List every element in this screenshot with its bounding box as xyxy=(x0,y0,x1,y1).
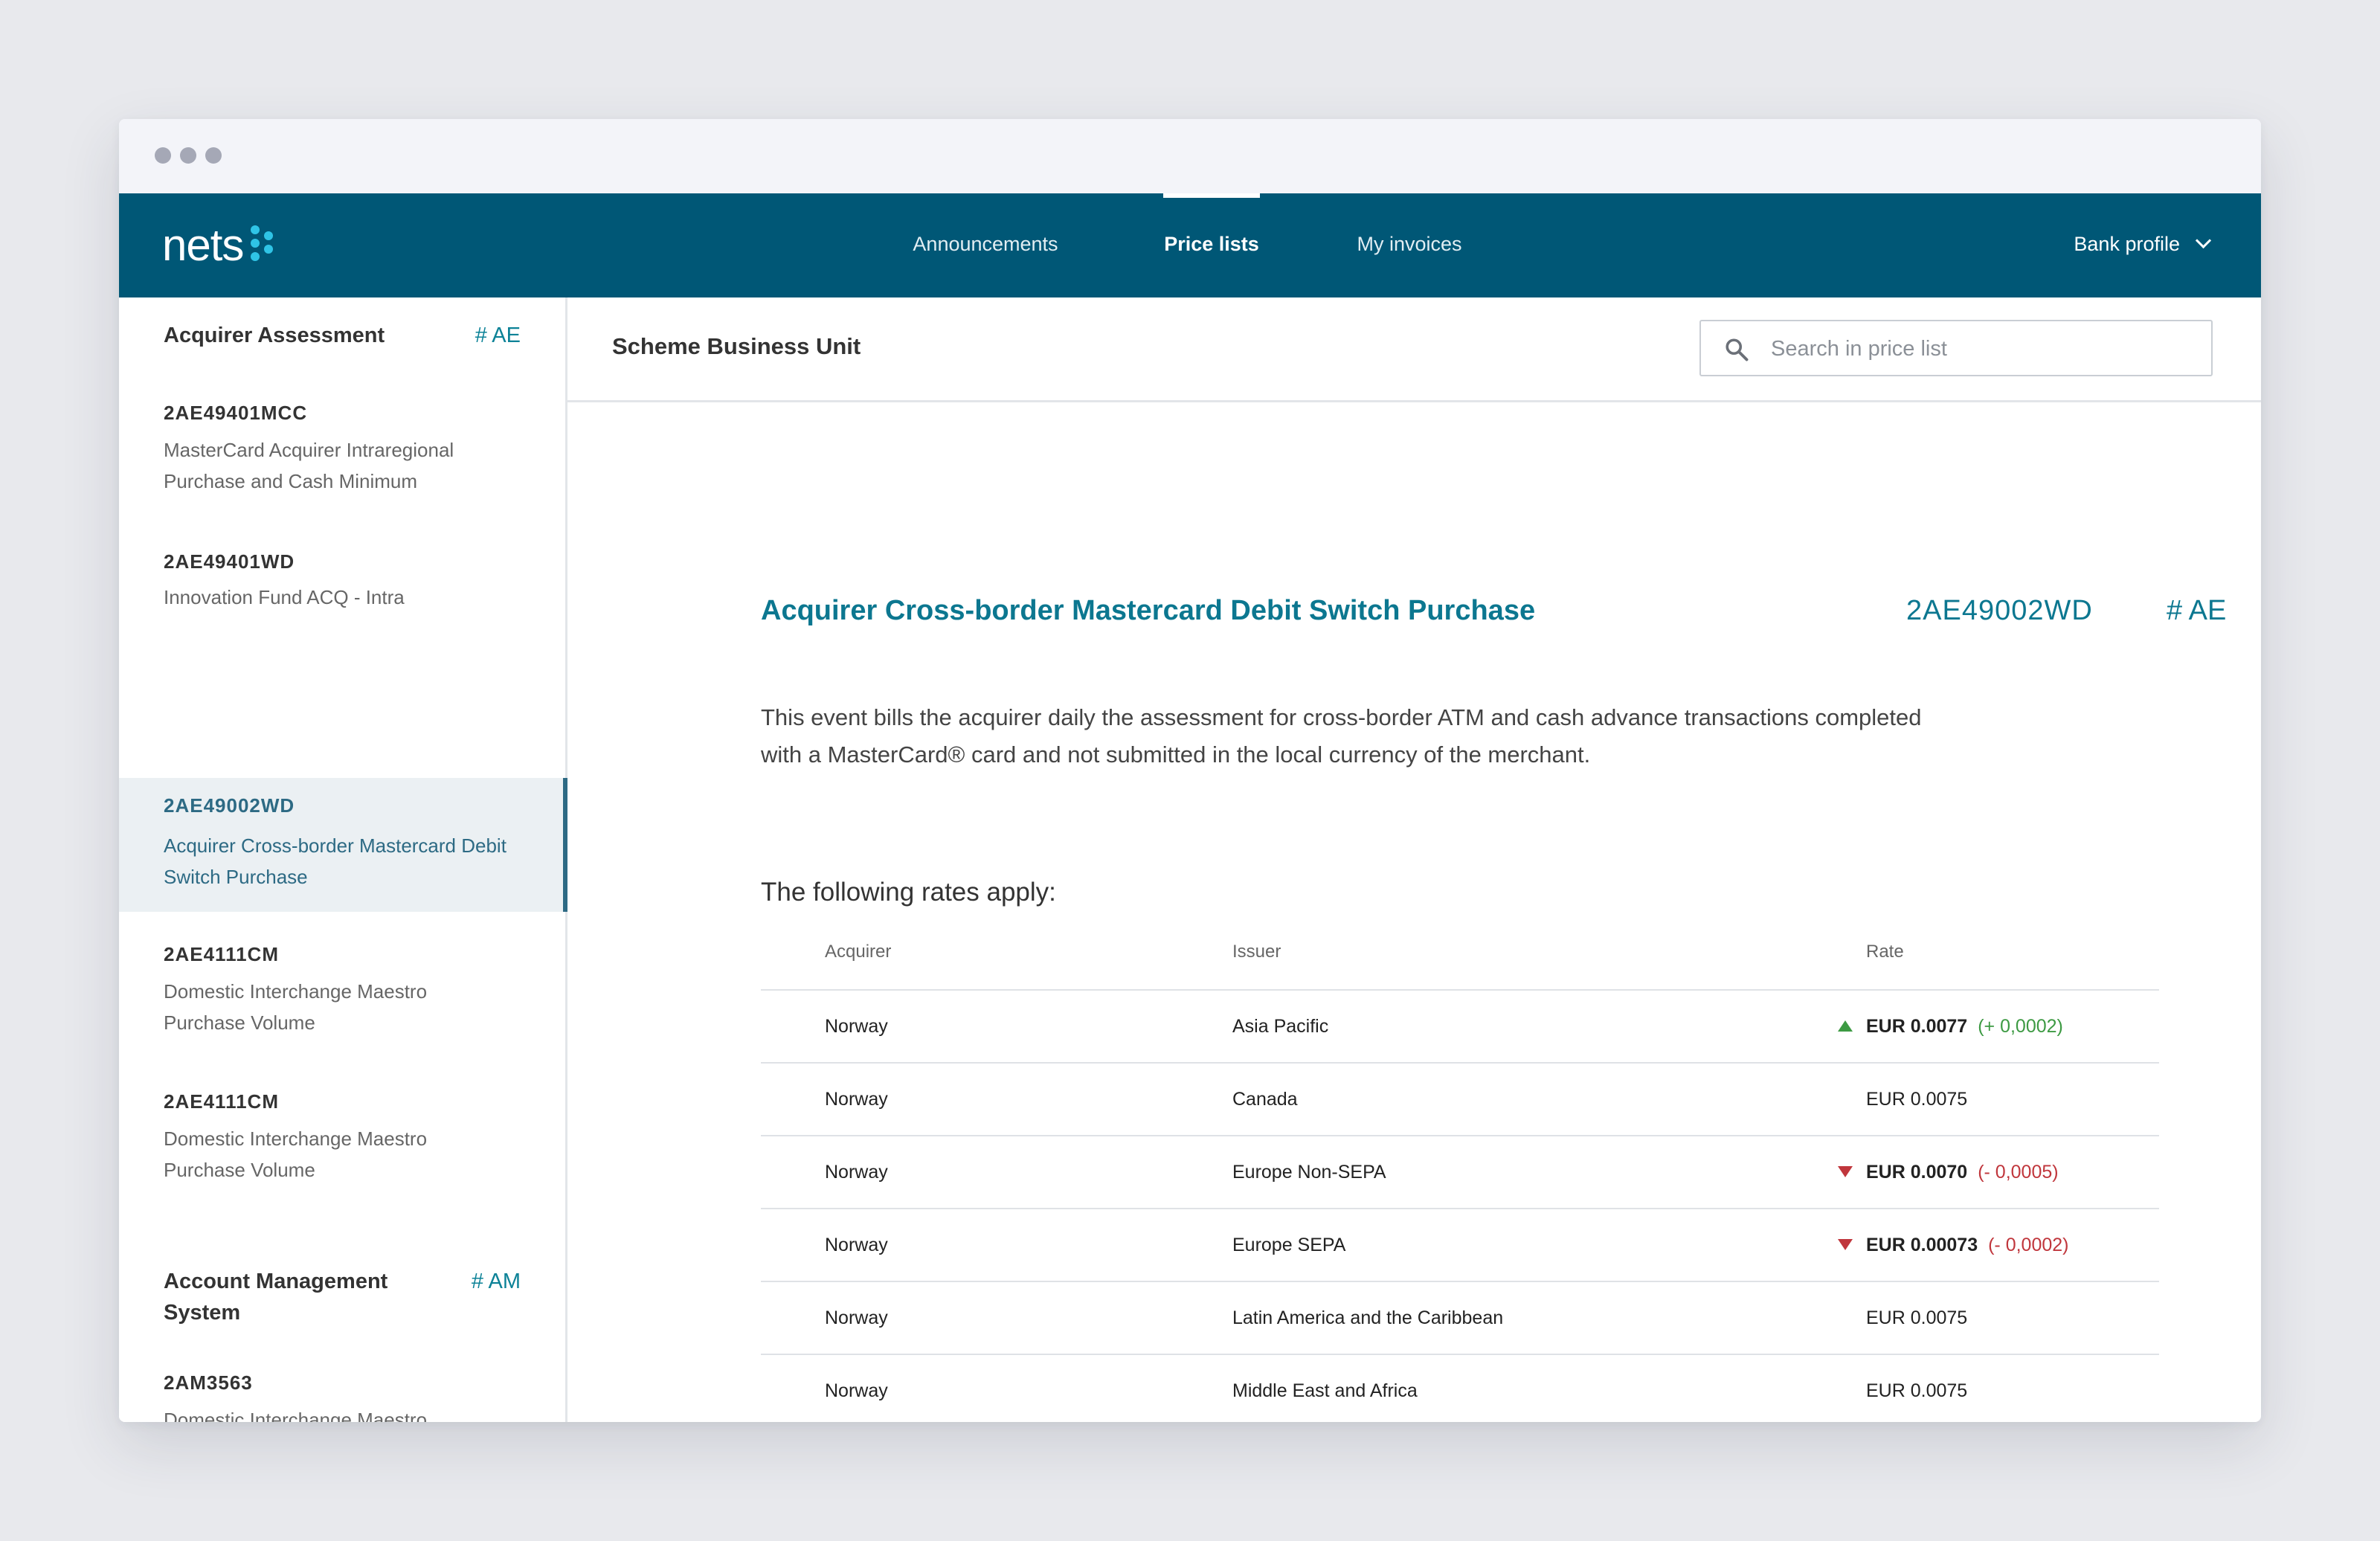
main-nav: Announcements Price lists My invoices xyxy=(119,193,2261,297)
bank-profile-label: Bank profile xyxy=(2074,233,2180,255)
group-title-acquirer-assessment: Acquirer Assessment xyxy=(164,324,385,347)
rate-change: (- 0,0005) xyxy=(1978,1162,2059,1183)
sidebar-item-2ae49401wd[interactable]: 2AE49401WD Innovation Fund ACQ - Intra xyxy=(119,550,565,632)
rate-value: EUR 0.0070 xyxy=(1866,1162,1968,1183)
triangle-up-icon xyxy=(1838,1020,1853,1032)
table-row[interactable]: Norway Asia Pacific EUR 0.0077 (+ 0,0002) xyxy=(761,991,2159,1064)
window-titlebar xyxy=(119,119,2261,193)
sidebar-item-description: Domestic Interchange Maestro Purchase Vo… xyxy=(164,1409,428,1422)
main-content: Scheme Business Unit Acquirer Cross-bord… xyxy=(567,297,2261,1422)
price-list-sidebar: Acquirer Assessment # AE 2AE49401MCC Mas… xyxy=(119,297,567,1422)
sidebar-item-description: Domestic Interchange Maestro Purchase Vo… xyxy=(164,980,428,1034)
rate-value: EUR 0.00073 xyxy=(1866,1235,1978,1255)
window-control-dot[interactable] xyxy=(205,147,222,164)
page-title: Scheme Business Unit xyxy=(612,333,861,359)
column-header-issuer[interactable]: Issuer xyxy=(1232,939,1281,965)
search-box xyxy=(1699,320,2213,376)
table-header: Acquirer Issuer Rate xyxy=(761,939,2159,991)
triangle-down-icon xyxy=(1838,1166,1853,1177)
detail-code: 2AE49002WD xyxy=(1906,595,2093,626)
triangle-down-icon xyxy=(1838,1239,1853,1250)
cell-acquirer: Norway xyxy=(825,1089,888,1110)
column-header-rate[interactable]: Rate xyxy=(1866,939,1904,965)
cell-issuer: Canada xyxy=(1232,1089,1298,1110)
cell-rate: EUR 0.00073 (- 0,0002) xyxy=(1838,1209,2069,1281)
sidebar-item-code: 2AE49002WD xyxy=(164,794,295,817)
sidebar-item-2am3563[interactable]: 2AM3563 Domestic Interchange Maestro Pur… xyxy=(119,1371,565,1422)
sidebar-item-code: 2AM3563 xyxy=(164,1371,253,1394)
cell-rate: EUR 0.0070 (- 0,0005) xyxy=(1838,1136,2059,1208)
sidebar-item-description: Domestic Interchange Maestro Purchase Vo… xyxy=(164,1127,428,1181)
rate-value: EUR 0.0075 xyxy=(1866,1380,1968,1401)
group-title-account-management-system: Account Management System xyxy=(164,1270,388,1325)
rates-heading: The following rates apply: xyxy=(761,878,1056,907)
table-row[interactable]: Norway Middle East and Africa EUR 0.0075 xyxy=(761,1355,2159,1422)
cell-issuer: Europe Non-SEPA xyxy=(1232,1162,1386,1183)
sidebar-item-description: Acquirer Cross-border Mastercard Debit S… xyxy=(164,834,506,888)
cell-issuer: Latin America and the Caribbean xyxy=(1232,1307,1504,1328)
column-header-acquirer[interactable]: Acquirer xyxy=(825,939,891,965)
sidebar-item-2ae4111cm[interactable]: 2AE4111CM Domestic Interchange Maestro P… xyxy=(119,943,565,1055)
sidebar-item-code: 2AE49401MCC xyxy=(164,402,308,424)
cell-acquirer: Norway xyxy=(825,1235,888,1255)
nav-my-invoices[interactable]: My invoices xyxy=(1349,193,1470,297)
table-body: Norway Asia Pacific EUR 0.0077 (+ 0,0002) No… xyxy=(761,991,2159,1422)
cell-issuer: Europe SEPA xyxy=(1232,1235,1346,1255)
cell-acquirer: Norway xyxy=(825,1380,888,1401)
top-navbar: nets Announcements Price lists My invoic… xyxy=(119,193,2261,297)
search-input[interactable] xyxy=(1769,321,2204,376)
table-row[interactable]: Norway Latin America and the Caribbean EUR… xyxy=(761,1282,2159,1355)
rate-value: EUR 0.0075 xyxy=(1866,1307,1968,1328)
nav-price-lists[interactable]: Price lists xyxy=(1163,193,1260,297)
table-row[interactable]: Norway Canada EUR 0.0075 xyxy=(761,1064,2159,1136)
cell-acquirer: Norway xyxy=(825,1016,888,1037)
sidebar-item-code: 2AE4111CM xyxy=(164,943,279,965)
cell-issuer: Middle East and Africa xyxy=(1232,1380,1418,1401)
chevron-down-icon xyxy=(2195,232,2212,249)
sidebar-item-2ae49401mcc[interactable]: 2AE49401MCC MasterCard Acquirer Intrareg… xyxy=(119,402,565,521)
search-icon xyxy=(1726,338,1749,361)
detail-description: This event bills the acquirer daily the … xyxy=(761,704,1922,768)
rate-change: (- 0,0002) xyxy=(1988,1235,2069,1255)
sidebar-item-2ae4111cm[interactable]: 2AE4111CM Domestic Interchange Maestro P… xyxy=(119,1090,565,1202)
cell-rate: EUR 0.0075 xyxy=(1866,1282,1967,1354)
cell-rate: EUR 0.0075 xyxy=(1866,1064,1967,1135)
cell-acquirer: Norway xyxy=(825,1162,888,1183)
cell-issuer: Asia Pacific xyxy=(1232,1016,1329,1037)
window-control-dot[interactable] xyxy=(155,147,171,164)
nav-announcements[interactable]: Announcements xyxy=(903,193,1068,297)
sidebar-item-2ae49002wd[interactable]: 2AE49002WD Acquirer Cross-border Masterc… xyxy=(119,778,567,912)
sidebar-item-code: 2AE49401WD xyxy=(164,550,295,573)
app-window: nets Announcements Price lists My invoic… xyxy=(119,119,2261,1422)
cell-rate: EUR 0.0075 xyxy=(1866,1355,1967,1422)
table-row[interactable]: Norway Europe SEPA EUR 0.00073 (- 0,0002) xyxy=(761,1209,2159,1282)
window-control-dot[interactable] xyxy=(180,147,196,164)
cell-rate: EUR 0.0077 (+ 0,0002) xyxy=(1838,991,2063,1062)
detail-title: Acquirer Cross-border Mastercard Debit S… xyxy=(761,595,1536,626)
rate-change: (+ 0,0002) xyxy=(1978,1016,2063,1037)
rate-value: EUR 0.0077 xyxy=(1866,1016,1968,1037)
group-tag-am: # AM xyxy=(471,1270,521,1293)
sidebar-item-description: MasterCard Acquirer Intraregional Purcha… xyxy=(164,439,454,492)
group-tag-ae: # AE xyxy=(475,324,521,347)
rate-value: EUR 0.0075 xyxy=(1866,1089,1968,1110)
sidebar-item-description: Innovation Fund ACQ - Intra xyxy=(164,586,405,608)
content-header: Scheme Business Unit xyxy=(567,297,2261,402)
cell-acquirer: Norway xyxy=(825,1307,888,1328)
rates-table: Acquirer Issuer Rate Norway Asia Pacific E… xyxy=(761,939,2159,1422)
bank-profile-menu[interactable]: Bank profile xyxy=(2074,193,2212,297)
table-row[interactable]: Norway Europe Non-SEPA EUR 0.0070 (- 0,0005… xyxy=(761,1136,2159,1209)
detail-tag: # AE xyxy=(2167,595,2227,626)
sidebar-item-code: 2AE4111CM xyxy=(164,1090,279,1113)
